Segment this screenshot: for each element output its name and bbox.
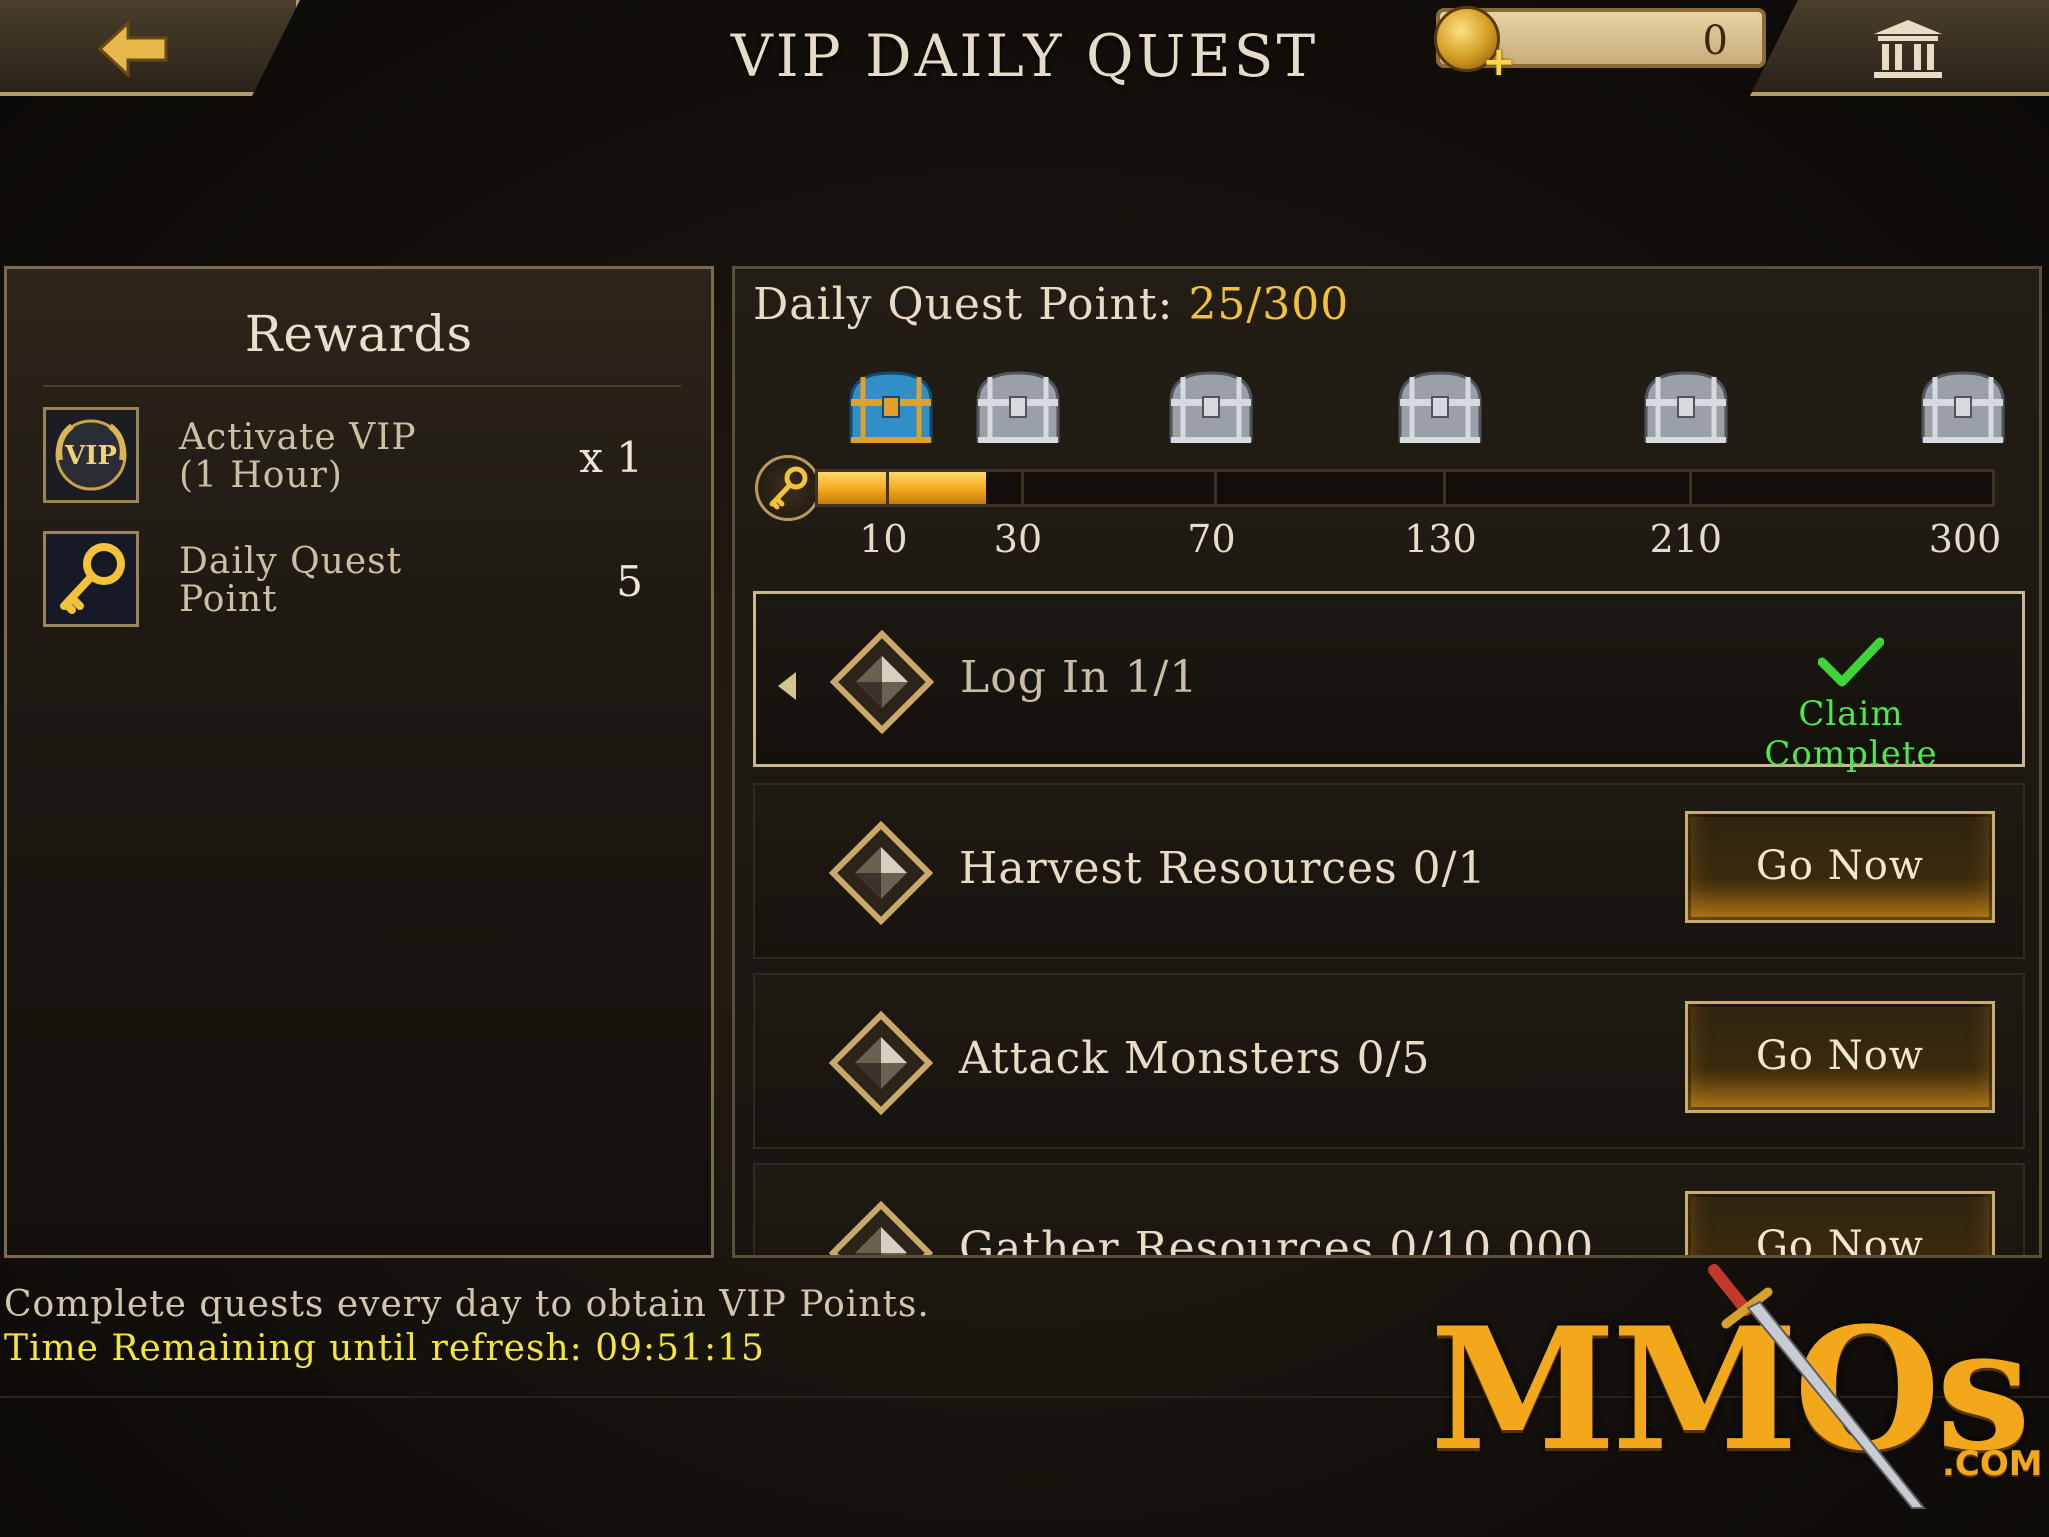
gold-chest-icon[interactable] xyxy=(843,367,939,447)
silver-chest-icon[interactable] xyxy=(1638,367,1734,447)
progress-tick xyxy=(1020,472,1024,504)
progress-fill xyxy=(818,472,987,504)
reward-label: Activate VIP (1 Hour) xyxy=(179,419,519,495)
silver-chest-icon[interactable] xyxy=(1915,367,2011,447)
selection-arrow-icon xyxy=(778,672,796,700)
diamond-icon xyxy=(829,1201,933,1255)
reward-label-text: Daily Quest Point xyxy=(179,541,403,620)
reward-quantity: 5 xyxy=(616,557,643,606)
quest-name: Gather Resources 0/10,000 xyxy=(959,1223,1595,1258)
divider xyxy=(43,385,681,387)
silver-chest-icon[interactable] xyxy=(970,367,1066,447)
diamond-icon xyxy=(829,821,933,925)
svg-text:VIP: VIP xyxy=(64,441,117,471)
progress-tick xyxy=(1214,472,1218,504)
progress-tick xyxy=(1688,472,1692,504)
reward-quantity: x 1 xyxy=(579,433,643,482)
sword-icon xyxy=(1708,1264,1927,1509)
checkmark-icon xyxy=(1818,637,1884,687)
key-icon xyxy=(755,455,821,521)
reward-label-text: Activate VIP (1 Hour) xyxy=(179,417,417,496)
silver-chest-icon[interactable] xyxy=(1163,367,1259,447)
diamond-icon xyxy=(830,630,934,734)
quest-row-gather: Gather Resources 0/10,000 Go Now xyxy=(753,1163,2025,1258)
quest-panel: Daily Quest Point: 25/300 10 30 70 130 210 30… xyxy=(732,266,2042,1258)
rewards-panel: Rewards VIP Activate VIP (1 Hour) x 1 Da… xyxy=(4,266,714,1258)
claim-complete-status: Claim Complete xyxy=(1764,694,1938,774)
watermark-suffix: .COM xyxy=(1942,1444,2043,1484)
milestone-label: 30 xyxy=(993,517,1043,561)
quest-name: Harvest Resources 0/1 xyxy=(959,843,1487,894)
milestone-label: 300 xyxy=(1928,517,2002,561)
go-now-button[interactable]: Go Now xyxy=(1685,811,1995,923)
milestone-label: 130 xyxy=(1404,517,1477,561)
reward-label: Daily Quest Point xyxy=(179,543,519,619)
chest-row xyxy=(735,269,2039,579)
go-now-button[interactable]: Go Now xyxy=(1685,1191,1995,1255)
refresh-timer: Time Remaining until refresh: 09:51:15 xyxy=(4,1328,765,1369)
golden-key-icon xyxy=(43,531,139,627)
quest-name: Log In 1/1 xyxy=(960,652,1199,703)
quest-point-progress-bar xyxy=(815,469,1995,507)
quest-row-log-in[interactable]: Log In 1/1 Claim Complete xyxy=(753,591,2025,774)
bank-button[interactable] xyxy=(1750,0,2049,96)
reward-item: VIP Activate VIP (1 Hour) x 1 xyxy=(43,407,683,507)
milestone-label: 210 xyxy=(1649,517,1723,561)
go-now-button[interactable]: Go Now xyxy=(1685,1001,1995,1113)
quest-row-harvest: Harvest Resources 0/1 Go Now xyxy=(753,783,2025,959)
diamond-icon xyxy=(829,1011,933,1115)
bank-icon xyxy=(1874,20,1942,78)
footer-info-text: Complete quests every day to obtain VIP … xyxy=(4,1284,930,1325)
rewards-title: Rewards xyxy=(244,305,474,363)
progress-tick xyxy=(1443,472,1447,504)
vip-badge-icon: VIP xyxy=(43,407,139,503)
silver-chest-icon[interactable] xyxy=(1392,367,1488,447)
reward-item: Daily Quest Point 5 xyxy=(43,531,683,631)
currency-counter[interactable]: + 0 xyxy=(1434,6,1766,82)
progress-tick xyxy=(886,472,890,504)
quest-name: Attack Monsters 0/5 xyxy=(959,1033,1431,1084)
milestone-label: 70 xyxy=(1187,517,1236,561)
milestone-label: 10 xyxy=(859,517,908,561)
watermark-logo: MMOs .COM xyxy=(1420,1262,2043,1512)
currency-value: 0 xyxy=(1702,18,1728,64)
add-currency-icon[interactable]: + xyxy=(1482,42,1516,82)
quest-row-attack: Attack Monsters 0/5 Go Now xyxy=(753,973,2025,1149)
top-bar: VIP DAILY QUEST + 0 xyxy=(0,0,2049,100)
